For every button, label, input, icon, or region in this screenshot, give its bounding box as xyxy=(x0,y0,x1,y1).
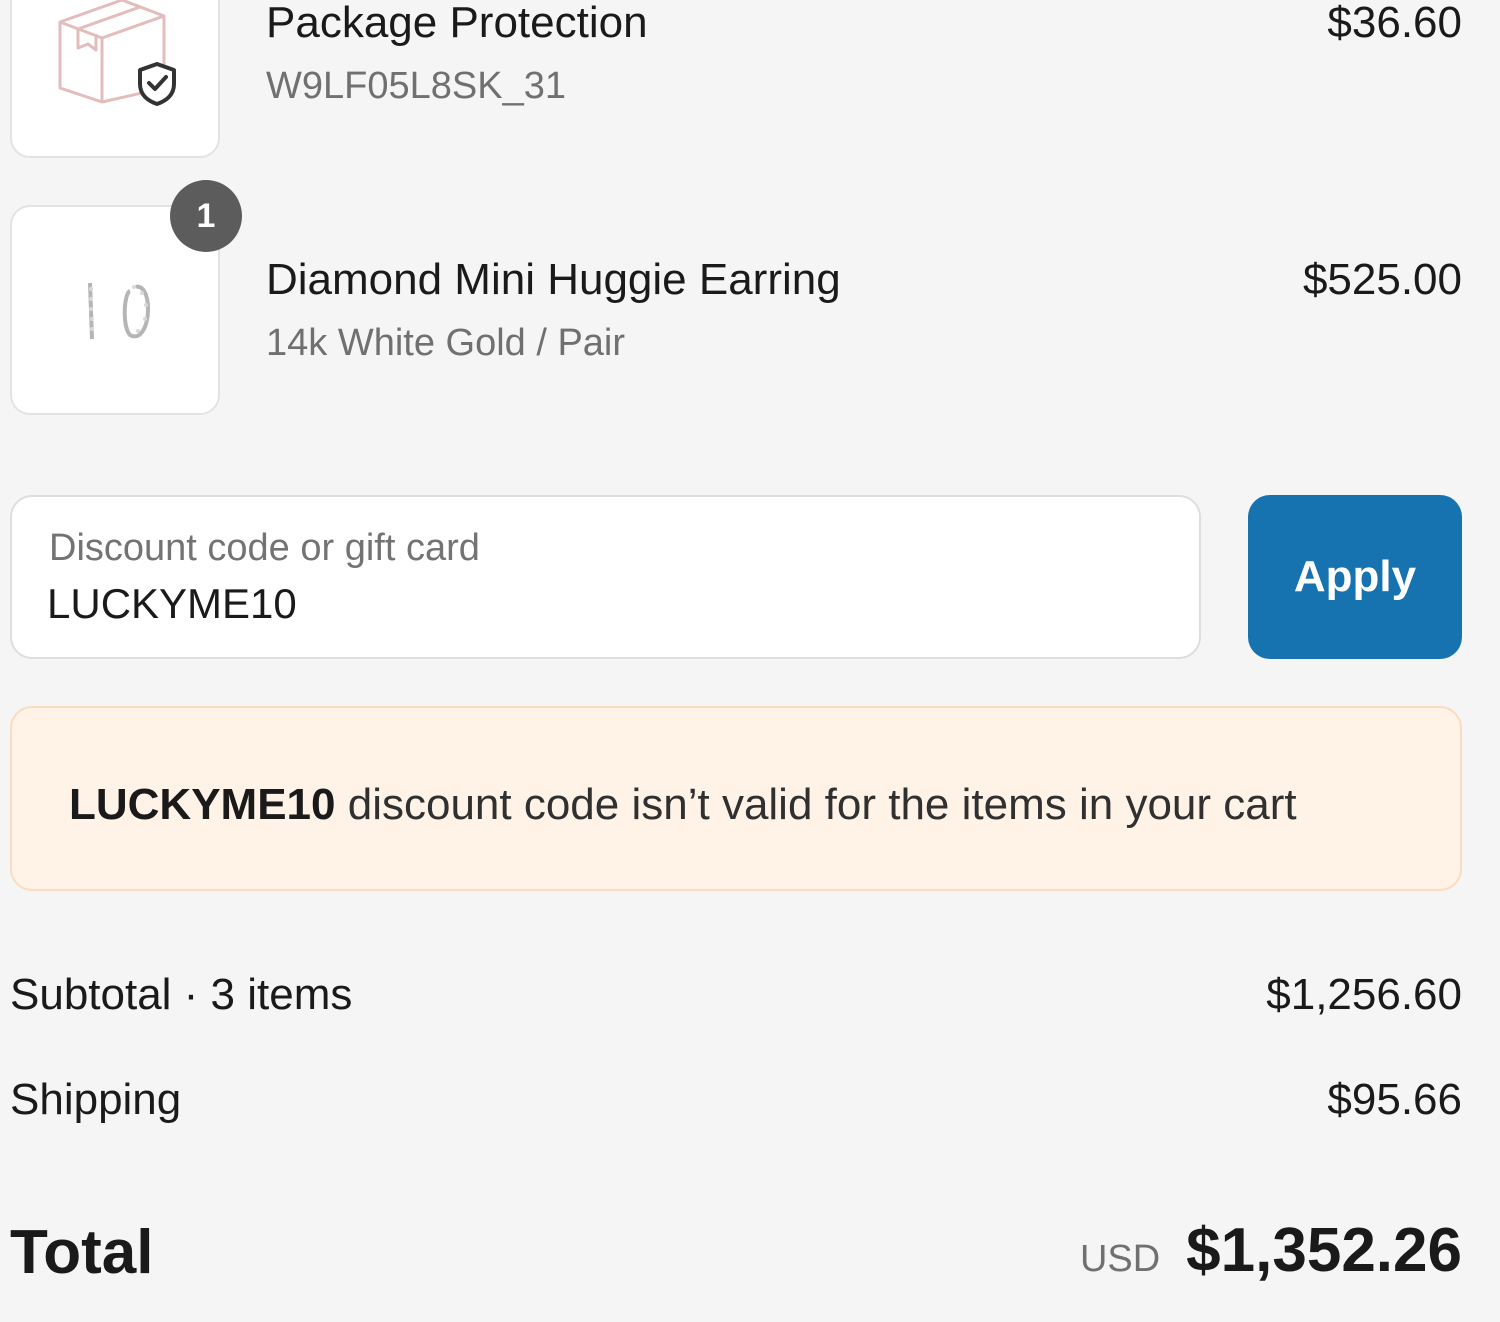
item-variant: 14k White Gold / Pair xyxy=(266,322,625,365)
total-label: Total xyxy=(10,1217,154,1288)
item-title: Diamond Mini Huggie Earring xyxy=(266,255,841,305)
package-shield-icon xyxy=(12,0,222,160)
product-thumbnail xyxy=(10,0,220,158)
line-item-package-protection: Package Protection W9LF05L8SK_31 $36.60 xyxy=(10,0,1462,158)
subtotal-row: Subtotal · 3 items $1,256.60 xyxy=(10,970,1462,1030)
item-price: $525.00 xyxy=(1303,255,1462,305)
discount-error-message: LUCKYME10 discount code isn’t valid for … xyxy=(69,780,1297,830)
shipping-label: Shipping xyxy=(10,1075,181,1125)
apply-discount-button[interactable]: Apply xyxy=(1248,495,1462,659)
discount-field-label: Discount code or gift card xyxy=(49,527,480,570)
shipping-row: Shipping $95.66 xyxy=(10,1075,1462,1135)
order-summary: Package Protection W9LF05L8SK_31 $36.60 … xyxy=(0,0,1500,1322)
discount-code-field[interactable]: Discount code or gift card xyxy=(10,495,1201,659)
discount-error-text: discount code isn’t valid for the items … xyxy=(336,780,1297,829)
currency-code: USD xyxy=(1080,1238,1160,1281)
subtotal-value: $1,256.60 xyxy=(1266,970,1462,1020)
discount-code-input[interactable] xyxy=(47,577,1147,631)
item-price: $36.60 xyxy=(1327,0,1462,48)
total-value-group: USD $1,352.26 xyxy=(1080,1215,1462,1286)
discount-error-code: LUCKYME10 xyxy=(69,780,336,829)
shipping-value: $95.66 xyxy=(1327,1075,1462,1125)
line-item-huggie-earring: 1 Diamond Mini Huggie Earring 14k White … xyxy=(10,205,1462,415)
item-title: Package Protection xyxy=(266,0,648,48)
total-amount: $1,352.26 xyxy=(1186,1215,1462,1286)
item-variant: W9LF05L8SK_31 xyxy=(266,65,566,108)
quantity-badge: 1 xyxy=(170,180,242,252)
subtotal-label: Subtotal · 3 items xyxy=(10,970,352,1020)
total-row: Total USD $1,352.26 xyxy=(10,1215,1462,1295)
discount-error-banner: LUCKYME10 discount code isn’t valid for … xyxy=(10,706,1462,891)
